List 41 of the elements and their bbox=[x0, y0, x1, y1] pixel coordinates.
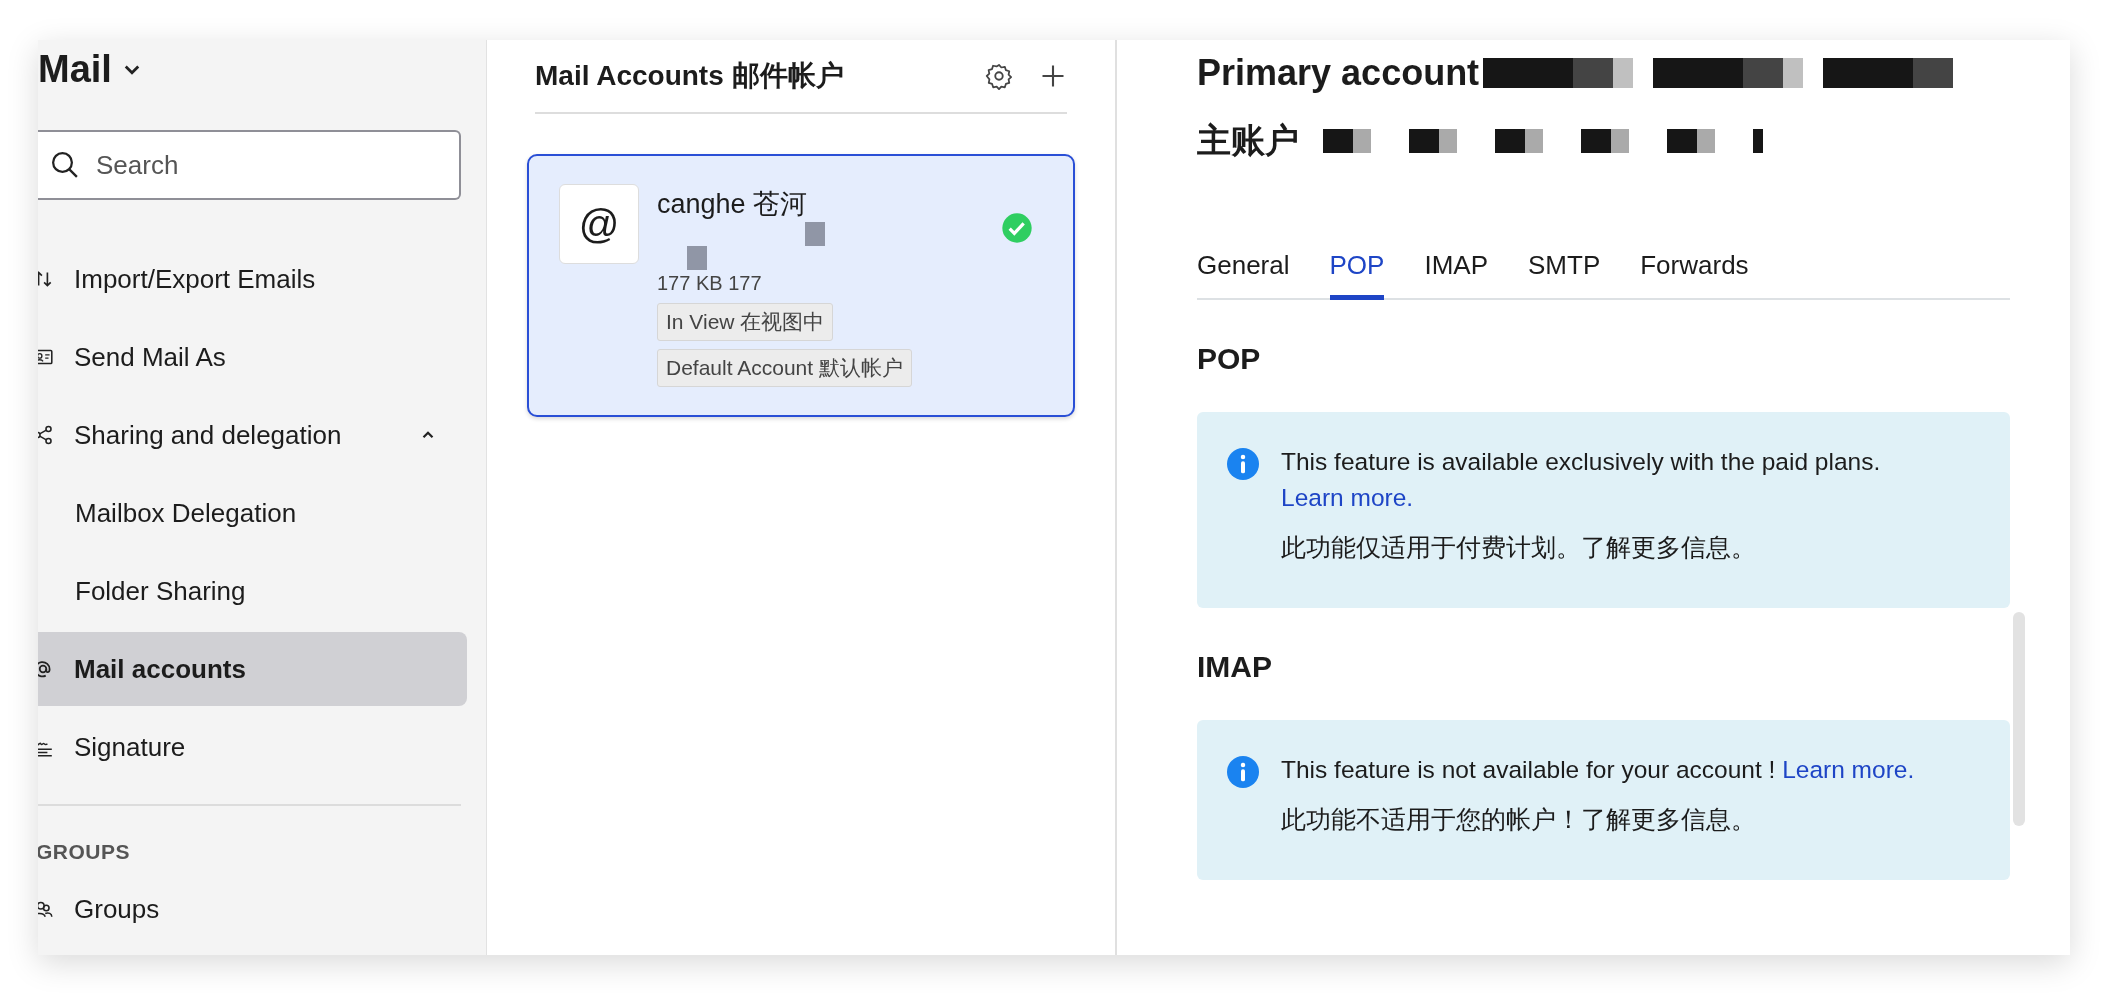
panel-title: Mail Accounts 邮件帐户 bbox=[535, 59, 845, 93]
search-field[interactable]: Search bbox=[38, 130, 461, 200]
sidebar-item[interactable]: Groups bbox=[38, 872, 467, 946]
tab[interactable]: IMAP bbox=[1424, 250, 1488, 300]
section-heading: POP bbox=[1197, 342, 1262, 376]
scrollbar[interactable] bbox=[2013, 612, 2025, 826]
tab[interactable]: POP bbox=[1329, 250, 1385, 300]
share-icon bbox=[38, 424, 54, 446]
sidebar-item[interactable]: Import/Export Emails bbox=[38, 242, 467, 316]
sidebar-item[interactable]: Send Mail As bbox=[38, 320, 467, 394]
notice-text: This feature is not available for your account ! Learn more. bbox=[1281, 755, 1915, 785]
settings-icon[interactable] bbox=[985, 62, 1013, 90]
sidebar-item[interactable]: Mail accounts bbox=[38, 632, 467, 706]
notice-text: 此功能仅适用于付费计划。了解更多信息。 bbox=[1281, 533, 1757, 563]
notice-text: This feature is available exclusively with the paid plans. Learn more. bbox=[1281, 447, 1882, 513]
sidebar-item[interactable]: Sharing and delegation bbox=[38, 398, 467, 472]
info-icon bbox=[1227, 756, 1259, 788]
account-tag: Default Account 默认帐户 bbox=[657, 349, 912, 387]
app-title[interactable]: Mail bbox=[38, 46, 112, 92]
tab[interactable]: Forwards bbox=[1640, 250, 1749, 300]
redacted-text bbox=[687, 246, 707, 270]
search-icon bbox=[50, 150, 80, 180]
sidebar-subitem[interactable]: Folder Sharing bbox=[38, 554, 467, 628]
learn-more-link[interactable]: Learn more. bbox=[1281, 484, 1414, 511]
sidebar-subitem[interactable]: Mailbox Delegation bbox=[38, 476, 467, 550]
account-name: canghe 苍河 bbox=[657, 188, 809, 221]
avatar: @ bbox=[559, 184, 639, 264]
account-tag: In View 在视图中 bbox=[657, 303, 834, 341]
notice-text: 此功能不适用于您的帐户！了解更多信息。 bbox=[1281, 805, 1757, 835]
tab[interactable]: SMTP bbox=[1528, 250, 1601, 300]
account-card[interactable]: @ canghe 苍河 177 KB 177 In View 在视图中 Default Account 默认帐户 bbox=[527, 154, 1075, 417]
account-title: Primary account bbox=[1197, 52, 1480, 94]
account-subtitle: 主账户 bbox=[1197, 120, 1299, 161]
arrows-icon bbox=[38, 268, 54, 290]
section-heading: IMAP bbox=[1197, 650, 1273, 684]
learn-more-link[interactable]: Learn more. bbox=[1782, 756, 1915, 783]
storage-size: 177 KB 177 bbox=[657, 272, 763, 295]
tab[interactable]: General bbox=[1197, 250, 1290, 300]
sidebar-item[interactable]: Signature bbox=[38, 710, 467, 784]
redacted-text bbox=[805, 222, 825, 246]
info-icon bbox=[1227, 448, 1259, 480]
